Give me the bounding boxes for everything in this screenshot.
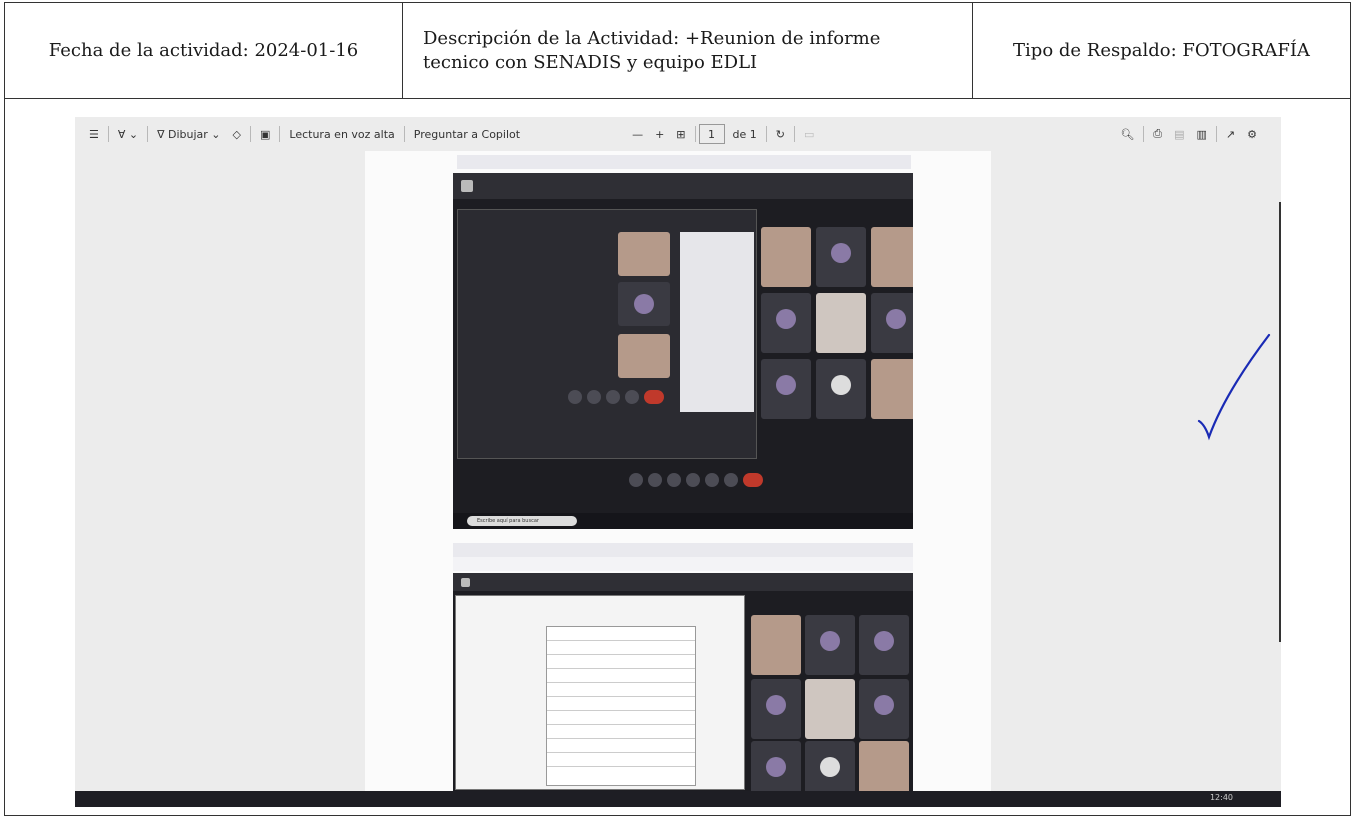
hangup-button bbox=[644, 390, 664, 404]
list-icon[interactable]: ☰ bbox=[83, 123, 105, 145]
participant-tile bbox=[618, 232, 670, 276]
eraser-icon[interactable]: ◇ bbox=[227, 123, 247, 145]
participant-tile bbox=[751, 615, 801, 675]
zoom-out-button[interactable]: — bbox=[626, 123, 649, 145]
pdf-page: Escribe aquí para buscar bbox=[365, 151, 991, 801]
search-icon[interactable]: 🔍︎ bbox=[1114, 123, 1140, 145]
toolbar-separator bbox=[279, 126, 281, 142]
participant-tile bbox=[871, 227, 913, 287]
control-button bbox=[568, 390, 582, 404]
activity-date: Fecha de la actividad: 2024-01-16 bbox=[48, 39, 359, 61]
page-view-icon[interactable]: ▭ bbox=[798, 123, 820, 145]
participant-tile bbox=[816, 293, 866, 353]
draw-button[interactable]: ∇ Dibujar ⌄ bbox=[151, 123, 226, 145]
activity-table: Fecha de la actividad: 2024-01-16 Descri… bbox=[4, 2, 1351, 816]
backup-type-cell: Tipo de Respaldo: FOTOGRAFÍA bbox=[973, 3, 1350, 98]
settings-icon[interactable]: ⚙ bbox=[1241, 123, 1263, 145]
participant-tile bbox=[761, 293, 811, 353]
toolbar-separator bbox=[793, 126, 795, 142]
control-button bbox=[686, 473, 700, 487]
participant-tile bbox=[859, 679, 909, 739]
browser-address-bar bbox=[457, 155, 911, 169]
participant-tile bbox=[805, 615, 855, 675]
chevron-down-icon: ⌄ bbox=[207, 127, 221, 141]
participant-tile bbox=[618, 334, 670, 378]
taskbar-search: Escribe aquí para buscar bbox=[467, 516, 577, 526]
control-button bbox=[705, 473, 719, 487]
hangup-button bbox=[743, 473, 763, 487]
participant-tile bbox=[816, 227, 866, 287]
activity-description-cell: Descripción de la Actividad: +Reunion de… bbox=[403, 3, 973, 98]
inner-meeting-window bbox=[457, 209, 757, 459]
activity-description-line1: Descripción de la Actividad: +Reunion de… bbox=[423, 27, 881, 49]
control-button bbox=[625, 390, 639, 404]
activity-description-line2: tecnico con SENADIS y equipo EDLI bbox=[423, 51, 758, 73]
control-button bbox=[629, 473, 643, 487]
page-number-input[interactable]: 1 bbox=[698, 124, 725, 144]
participant-tile bbox=[805, 679, 855, 739]
read-aloud-button[interactable]: Lectura en voz alta bbox=[283, 123, 400, 145]
control-button bbox=[606, 390, 620, 404]
toolbar-right-group: 🔍︎ ⎙ ▤ ▥ ↗ ⚙ bbox=[1114, 123, 1263, 145]
scrollbar[interactable] bbox=[1279, 202, 1281, 642]
ask-copilot-button[interactable]: Preguntar a Copilot bbox=[408, 123, 526, 145]
document-table bbox=[546, 626, 696, 786]
evidence-screenshot: ☰ ∀ ⌄ ∇ Dibujar ⌄ ◇ ▣ Lectura en voz alt… bbox=[75, 117, 1281, 807]
meeting-screenshot-2 bbox=[453, 573, 913, 801]
participant-tile bbox=[859, 615, 909, 675]
desktop-taskbar: 12:40 bbox=[75, 791, 1281, 807]
toolbar-separator bbox=[765, 126, 767, 142]
print-icon[interactable]: ⎙ bbox=[1147, 123, 1168, 145]
inner-controls bbox=[568, 390, 669, 404]
participant-tile bbox=[761, 359, 811, 419]
toolbar-separator bbox=[147, 126, 149, 142]
participant-tile bbox=[751, 679, 801, 739]
browser-tab-bar bbox=[453, 543, 913, 557]
participant-tile bbox=[761, 227, 811, 287]
meeting-header bbox=[453, 173, 913, 199]
toolbar-separator bbox=[403, 126, 405, 142]
rotate-icon[interactable]: ↻ bbox=[770, 123, 791, 145]
checkmark bbox=[1197, 333, 1271, 441]
toolbar-separator bbox=[1215, 126, 1217, 142]
expand-icon[interactable]: ↗ bbox=[1220, 123, 1241, 145]
taskbar-clock: 12:40 bbox=[1209, 793, 1233, 802]
chat-panel bbox=[680, 232, 754, 412]
participant-tile bbox=[871, 359, 913, 419]
meeting-screenshot-1: Escribe aquí para buscar bbox=[453, 173, 913, 529]
text-box-icon[interactable]: ▣ bbox=[254, 123, 276, 145]
activity-header-row: Fecha de la actividad: 2024-01-16 Descri… bbox=[5, 3, 1350, 99]
activity-date-cell: Fecha de la actividad: 2024-01-16 bbox=[5, 3, 403, 98]
page-total: de 1 bbox=[732, 127, 757, 141]
windows-taskbar: Escribe aquí para buscar bbox=[453, 513, 913, 529]
app-icon bbox=[461, 180, 473, 192]
participant-tile bbox=[871, 293, 913, 353]
save-as-icon[interactable]: ▥ bbox=[1191, 123, 1213, 145]
shared-document-window bbox=[455, 595, 745, 790]
toolbar-separator bbox=[249, 126, 251, 142]
control-button bbox=[667, 473, 681, 487]
checkmark-stroke bbox=[1197, 333, 1271, 441]
app-icon bbox=[461, 577, 470, 587]
control-button bbox=[648, 473, 662, 487]
participant-tile bbox=[816, 359, 866, 419]
meeting-header bbox=[453, 573, 913, 591]
participant-tile bbox=[618, 282, 670, 326]
pdf-toolbar: ☰ ∀ ⌄ ∇ Dibujar ⌄ ◇ ▣ Lectura en voz alt… bbox=[75, 117, 1281, 151]
draw-label: Dibujar bbox=[167, 127, 208, 141]
toolbar-separator bbox=[694, 126, 696, 142]
toolbar-separator bbox=[107, 126, 109, 142]
fit-page-icon[interactable]: ⊞ bbox=[670, 123, 691, 145]
meeting-controls bbox=[629, 473, 768, 487]
zoom-in-button[interactable]: + bbox=[649, 123, 670, 145]
browser-address-bar-2 bbox=[453, 557, 913, 571]
backup-type: Tipo de Respaldo: FOTOGRAFÍA bbox=[1013, 39, 1310, 61]
save-icon[interactable]: ▤ bbox=[1168, 123, 1190, 145]
control-button bbox=[724, 473, 738, 487]
draw-icon: ∇ bbox=[157, 127, 168, 141]
toolbar-separator bbox=[1143, 126, 1145, 142]
highlight-icon[interactable]: ∀ ⌄ bbox=[112, 123, 144, 145]
control-button bbox=[587, 390, 601, 404]
